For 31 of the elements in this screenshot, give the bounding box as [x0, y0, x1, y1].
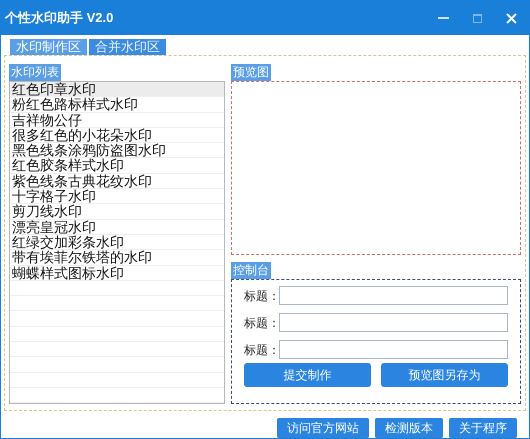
maximize-icon[interactable]	[473, 14, 482, 22]
field-label: 标题：	[244, 342, 279, 358]
title-field[interactable]	[279, 286, 508, 305]
list-item[interactable]: 蝴蝶样式图标水印	[10, 266, 224, 281]
list-item[interactable]: 剪刀线水印	[10, 204, 224, 220]
window-title: 个性水印助手 V2.0	[5, 9, 114, 28]
action-button[interactable]: 预览图另存为	[381, 363, 508, 387]
section-label: 控制台	[231, 262, 271, 279]
list-item[interactable]: 红绿交加彩条水印	[10, 234, 224, 250]
list-item[interactable]: 粉红色路标样式水印	[10, 97, 224, 113]
section-label: 预览图	[231, 64, 271, 81]
footer-button[interactable]: 关于程序	[449, 418, 517, 438]
list-item[interactable]: 漂亮皇冠水印	[10, 220, 224, 235]
minimize-icon[interactable]	[438, 17, 449, 19]
title-field[interactable]	[279, 313, 508, 332]
list-item[interactable]: 吉祥物公仔	[10, 112, 224, 128]
footer-button[interactable]: 检测版本	[375, 418, 443, 438]
list-item[interactable]: 很多红色的小花朵水印	[10, 128, 224, 144]
field-label: 标题：	[244, 314, 279, 332]
list-item[interactable]: 黑色线条涂鸦防盗图水印	[10, 143, 224, 158]
list-item[interactable]: 红色胶条样式水印	[10, 158, 224, 174]
title-field[interactable]	[279, 340, 508, 359]
footer-button[interactable]: 访问官方网站	[277, 418, 369, 438]
action-button[interactable]: 提交制作	[244, 363, 371, 387]
close-icon[interactable]	[506, 12, 517, 24]
list-item[interactable]: 带有埃菲尔铁塔的水印	[10, 250, 224, 266]
list-item[interactable]: 十字格子水印	[10, 189, 224, 204]
list-item[interactable]: 紫色线条古典花纹水印	[10, 174, 224, 190]
section-label: 水印列表	[9, 64, 61, 81]
field-label: 标题：	[244, 288, 279, 304]
list-item[interactable]: 红色印章水印	[10, 82, 224, 98]
